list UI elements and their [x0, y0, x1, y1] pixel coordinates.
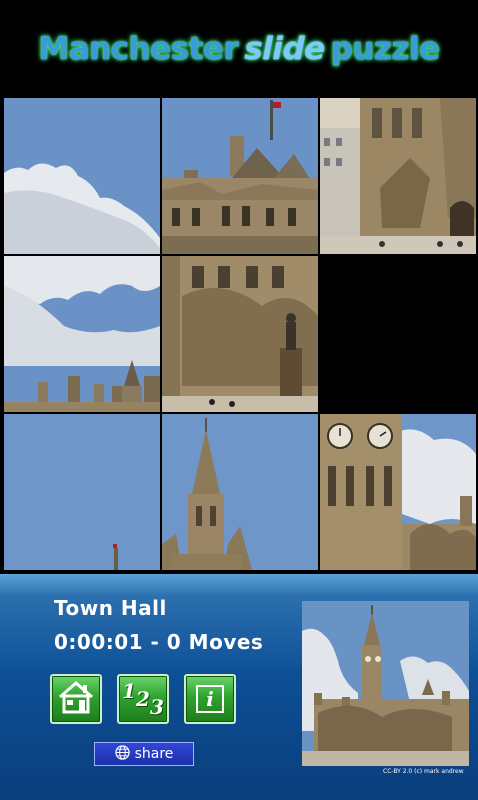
- puzzle-tile[interactable]: [4, 414, 160, 570]
- info-icon: i: [196, 685, 224, 713]
- title-accent: slide: [244, 31, 325, 67]
- order-digit: 1: [122, 679, 137, 703]
- preview-image[interactable]: [302, 601, 469, 766]
- puzzle-tile[interactable]: [4, 98, 160, 254]
- puzzle-board: [4, 98, 476, 570]
- home-button[interactable]: [50, 674, 102, 724]
- globe-icon: [114, 744, 130, 764]
- title-part-1: Manchester: [38, 31, 239, 67]
- puzzle-tile[interactable]: [162, 98, 318, 254]
- puzzle-name: Town Hall: [54, 596, 167, 620]
- puzzle-tile[interactable]: [162, 256, 318, 412]
- info-button[interactable]: i: [184, 674, 236, 724]
- numbers-icon: 123: [122, 681, 164, 717]
- title-bar: Manchester slide puzzle: [0, 0, 478, 98]
- puzzle-tile[interactable]: [320, 98, 476, 254]
- order-digit: 2: [136, 687, 150, 711]
- order-digit: 3: [149, 695, 164, 719]
- photo-credit: CC-BY 2.0 (c) mark andrew: [383, 768, 464, 775]
- control-panel: Town Hall 0:00:01 - 0 Moves 123 i share …: [0, 574, 478, 800]
- timer-moves-status: 0:00:01 - 0 Moves: [54, 630, 264, 654]
- puzzle-info: Town Hall 0:00:01 - 0 Moves: [54, 596, 263, 654]
- house-icon: [56, 679, 96, 719]
- puzzle-tile[interactable]: [320, 414, 476, 570]
- puzzle-tile[interactable]: [4, 256, 160, 412]
- puzzle-tile[interactable]: [162, 414, 318, 570]
- share-button[interactable]: share: [94, 742, 194, 766]
- info-letter: i: [206, 687, 214, 711]
- share-label: share: [134, 746, 174, 762]
- title-part-2: puzzle: [330, 31, 441, 67]
- app-title: Manchester slide puzzle: [38, 31, 441, 67]
- number-order-button[interactable]: 123: [117, 674, 169, 724]
